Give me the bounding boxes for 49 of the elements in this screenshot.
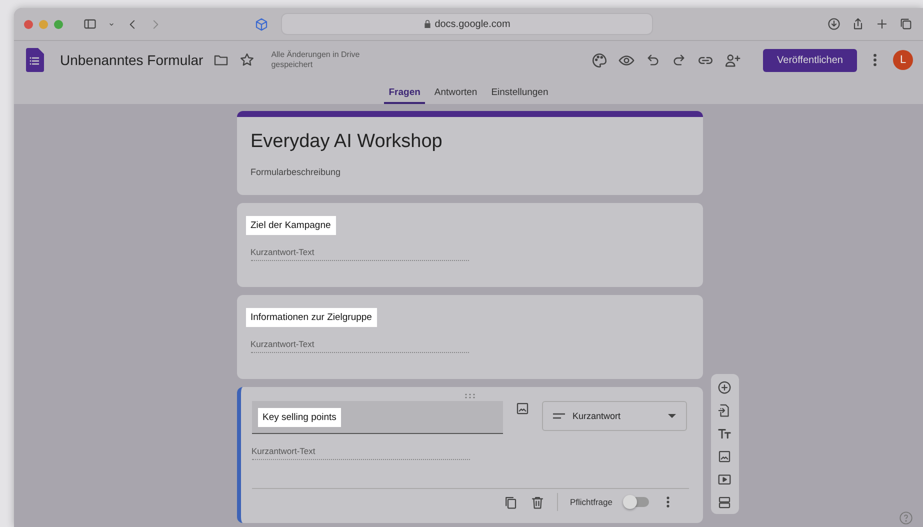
- forms-logo-icon[interactable]: [26, 48, 44, 72]
- short-answer-icon: [552, 413, 564, 419]
- question-card[interactable]: Informationen zur Zielgruppe Kurzantwort-Text: [236, 295, 702, 379]
- tabs-icon[interactable]: [899, 17, 913, 31]
- image-icon[interactable]: [514, 401, 530, 416]
- question-title[interactable]: Ziel der Kampagne: [246, 216, 336, 235]
- save-status: Alle Änderungen in Drive gespeichert: [271, 50, 361, 70]
- palette-icon[interactable]: [591, 52, 608, 68]
- sidebar-icon[interactable]: [83, 17, 97, 31]
- address-bar[interactable]: docs.google.com: [281, 13, 653, 35]
- drag-handle-icon[interactable]: [464, 393, 476, 399]
- question-title-field[interactable]: Key selling points: [252, 401, 502, 434]
- cube-icon[interactable]: [254, 16, 269, 32]
- tab[interactable]: Antworten: [429, 79, 482, 104]
- import-icon[interactable]: [717, 403, 732, 418]
- share-icon[interactable]: [851, 17, 865, 31]
- form-header-card[interactable]: Everyday AI Workshop Formularbeschreibung: [236, 111, 702, 195]
- section-icon[interactable]: [717, 495, 732, 510]
- question-card[interactable]: Ziel der Kampagne Kurzantwort-Text: [236, 203, 702, 287]
- zoom-dot[interactable]: [54, 20, 63, 28]
- download-icon[interactable]: [827, 17, 841, 31]
- question-card[interactable]: Key selling points Kurzantwort Kurzantwort-Text Pflichtfrage: [236, 387, 702, 523]
- add-circle-icon[interactable]: [717, 380, 732, 395]
- required-label: Pflichtfrage: [570, 497, 612, 507]
- form-name[interactable]: Unbenanntes Formular: [60, 52, 204, 68]
- image-icon[interactable]: [717, 449, 732, 464]
- question-type-dropdown[interactable]: Kurzantwort: [542, 401, 686, 431]
- form-title[interactable]: Everyday AI Workshop: [250, 131, 688, 153]
- add-person-icon[interactable]: [724, 52, 742, 68]
- answer-placeholder: Kurzantwort-Text: [250, 247, 468, 261]
- required-toggle[interactable]: [624, 497, 648, 507]
- video-icon[interactable]: [717, 472, 732, 487]
- minimize-dot[interactable]: [39, 20, 48, 28]
- form-description[interactable]: Formularbeschreibung: [250, 167, 688, 177]
- publish-button[interactable]: Veröffentlichen: [763, 48, 857, 72]
- duplicate-icon[interactable]: [502, 494, 518, 510]
- close-dot[interactable]: [24, 20, 33, 28]
- tab[interactable]: Fragen: [384, 79, 426, 104]
- avatar[interactable]: L: [893, 50, 913, 70]
- star-icon[interactable]: [239, 52, 256, 68]
- text-size-icon[interactable]: [717, 426, 732, 441]
- plus-icon[interactable]: [875, 17, 889, 31]
- answer-placeholder: Kurzantwort-Text: [250, 339, 468, 353]
- answer-placeholder: Kurzantwort-Text: [252, 446, 470, 460]
- trash-icon[interactable]: [530, 494, 545, 510]
- lock-icon: [424, 20, 431, 28]
- caret-icon: [668, 414, 676, 418]
- tab[interactable]: Einstellungen: [486, 79, 554, 104]
- question-title[interactable]: Informationen zur Zielgruppe: [246, 308, 377, 327]
